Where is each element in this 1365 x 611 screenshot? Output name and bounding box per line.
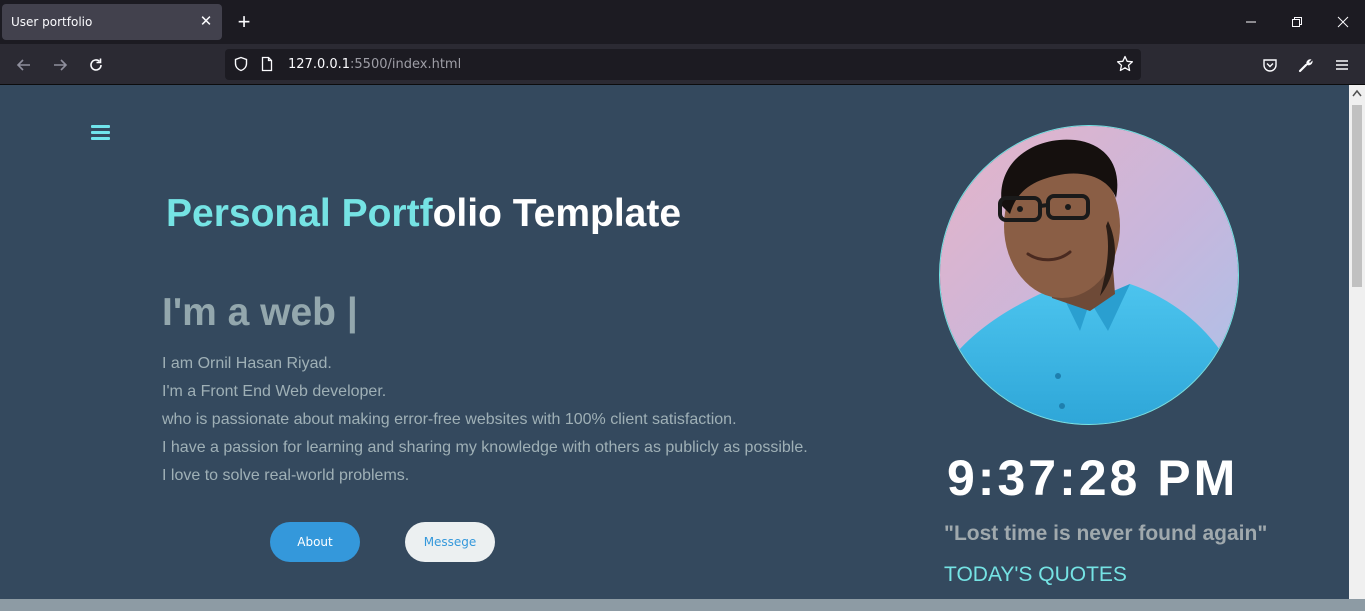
tab-title: User portfolio: [11, 15, 93, 29]
page-icon: [256, 53, 278, 75]
new-tab-icon[interactable]: +: [233, 11, 255, 33]
bio-line: I am Ornil Hasan Riyad.: [162, 355, 332, 372]
navigation-toolbar: 127.0.0.1:5500/index.html: [0, 44, 1365, 85]
hamburger-menu-icon[interactable]: [91, 125, 110, 141]
reload-icon[interactable]: [85, 54, 107, 76]
pocket-icon[interactable]: [1259, 54, 1281, 76]
back-arrow-icon[interactable]: [13, 54, 35, 76]
scroll-up-arrow-icon[interactable]: [1352, 87, 1362, 99]
bookmark-star-icon[interactable]: [1114, 53, 1136, 75]
minimize-icon[interactable]: [1240, 11, 1262, 33]
url-text[interactable]: 127.0.0.1:5500/index.html: [288, 57, 461, 72]
quote-text: "Lost time is never found again": [944, 522, 1268, 545]
shield-icon[interactable]: [230, 53, 252, 75]
tab-close-icon[interactable]: ✕: [196, 12, 216, 32]
menu-icon[interactable]: [1331, 54, 1353, 76]
url-host: 127.0.0.1: [288, 57, 351, 72]
bio-text: I am Ornil Hasan Riyad. I'm a Front End …: [162, 350, 808, 490]
browser-tab[interactable]: User portfolio ✕: [2, 4, 222, 40]
wrench-icon[interactable]: [1295, 54, 1317, 76]
bio-line: I love to solve real-world problems.: [162, 467, 410, 484]
bio-line: who is passionate about making error-fre…: [162, 411, 737, 428]
about-button[interactable]: About: [270, 522, 360, 562]
page-title: Personal Portfolio Template: [166, 192, 681, 236]
tab-strip: User portfolio ✕ +: [0, 0, 1365, 44]
url-path: :5500/index.html: [350, 57, 462, 72]
title-rest: olio Template: [432, 192, 682, 235]
page-content: Personal Portfolio Template I'm a web | …: [0, 85, 1349, 599]
forward-arrow-icon[interactable]: [49, 54, 71, 76]
digital-clock: 9:37:28 PM: [947, 450, 1239, 506]
scrollbar-thumb[interactable]: [1352, 105, 1362, 287]
title-accent: Personal Portf: [166, 192, 433, 235]
typing-text: I'm a web |: [162, 291, 358, 334]
profile-photo: [939, 125, 1239, 425]
vertical-scrollbar[interactable]: [1349, 85, 1365, 599]
close-window-icon[interactable]: [1332, 11, 1354, 33]
address-bar[interactable]: 127.0.0.1:5500/index.html: [225, 49, 1141, 80]
quote-heading: TODAY'S QUOTES: [944, 563, 1127, 586]
bio-line: I have a passion for learning and sharin…: [162, 439, 808, 456]
bio-line: I'm a Front End Web developer.: [162, 383, 387, 400]
message-button[interactable]: Messege: [405, 522, 495, 562]
next-section-edge: [0, 599, 1365, 611]
restore-icon[interactable]: [1286, 11, 1308, 33]
